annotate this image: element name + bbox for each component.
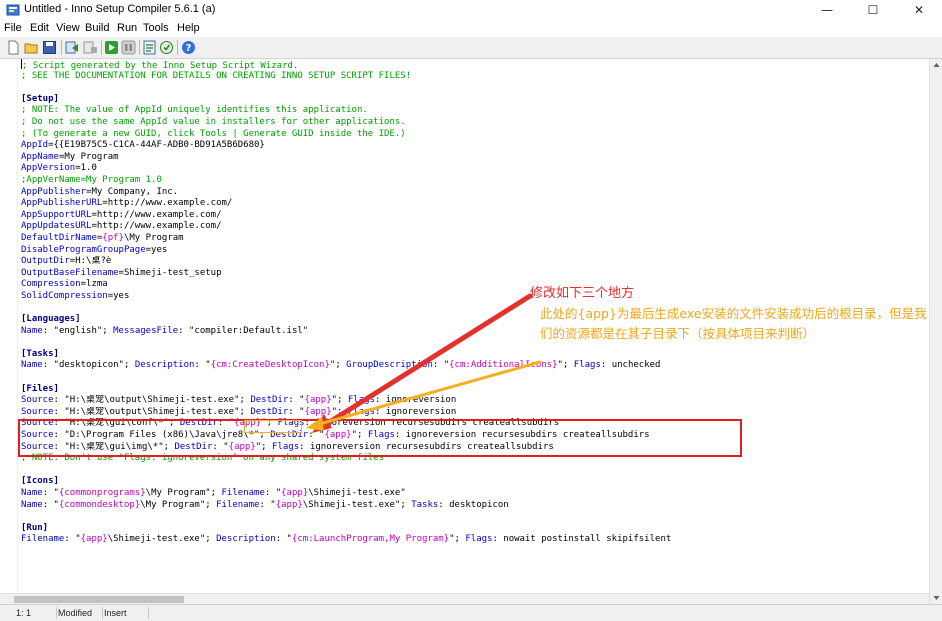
annotation-note: 此处的{app}为最后生成exe安装的文件安装成功后的根目录，但是我们的资源都是… (540, 306, 927, 341)
annotation-title: 修改如下三个地方 (530, 286, 635, 301)
